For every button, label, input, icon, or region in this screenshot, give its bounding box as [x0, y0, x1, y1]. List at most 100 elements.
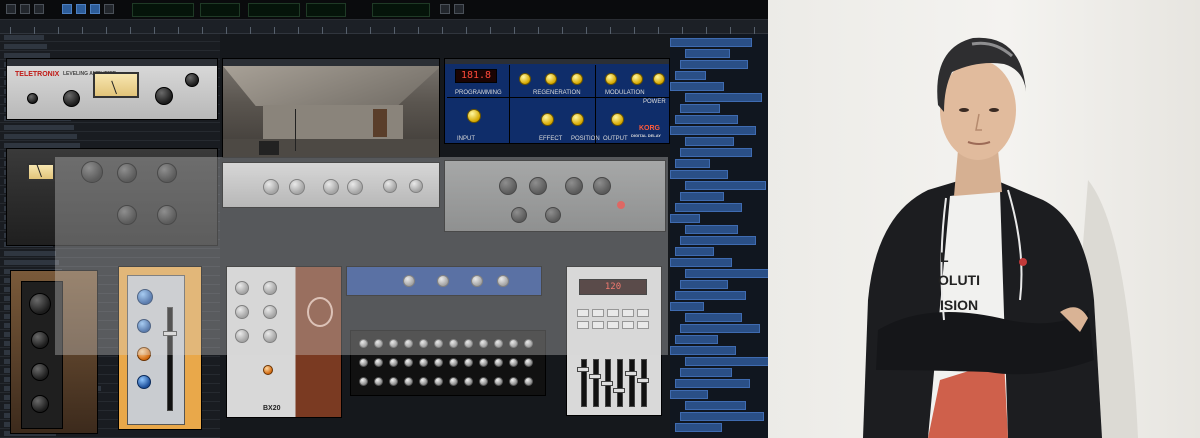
- fader-cap[interactable]: [589, 374, 601, 379]
- transport-button[interactable]: [34, 4, 44, 14]
- audio-clip[interactable]: [680, 280, 728, 289]
- synth-knob[interactable]: [359, 377, 368, 386]
- audio-clip[interactable]: [685, 357, 768, 366]
- audio-clip[interactable]: [685, 401, 746, 410]
- room-reverb-plugin-window[interactable]: [222, 58, 440, 158]
- audio-clip[interactable]: [680, 324, 760, 333]
- synth-knob[interactable]: [509, 377, 518, 386]
- audio-clip[interactable]: [670, 390, 708, 399]
- synth-knob[interactable]: [479, 377, 488, 386]
- synth-knob[interactable]: [404, 377, 413, 386]
- synth-knob[interactable]: [389, 358, 398, 367]
- track-row[interactable]: [0, 133, 220, 141]
- la2a-plugin-window[interactable]: TELETRONIX LEVELING AMPLIFIER: [6, 58, 218, 120]
- fader-cap[interactable]: [601, 381, 613, 386]
- audio-clip[interactable]: [670, 346, 736, 355]
- track-row[interactable]: [0, 34, 220, 42]
- power-switch[interactable]: [27, 93, 38, 104]
- synth-knob[interactable]: [374, 377, 383, 386]
- fader-cap[interactable]: [577, 367, 589, 372]
- audio-clip[interactable]: [680, 368, 732, 377]
- regen-knob[interactable]: [519, 73, 531, 85]
- audio-clip[interactable]: [685, 225, 738, 234]
- synth-knob[interactable]: [359, 358, 368, 367]
- regen-knob[interactable]: [571, 73, 583, 85]
- audio-clip[interactable]: [675, 203, 742, 212]
- synth-knob[interactable]: [434, 358, 443, 367]
- synth-knob[interactable]: [449, 358, 458, 367]
- audio-clip[interactable]: [670, 258, 732, 267]
- effect-knob[interactable]: [541, 113, 554, 126]
- output-knob[interactable]: [611, 113, 624, 126]
- audio-clip[interactable]: [675, 247, 714, 256]
- eq-knob[interactable]: [137, 375, 151, 389]
- mode-button[interactable]: [90, 4, 100, 14]
- audio-clip[interactable]: [685, 93, 762, 102]
- track-row[interactable]: [0, 43, 220, 51]
- audio-clip[interactable]: [670, 302, 704, 311]
- tool-button[interactable]: [440, 4, 450, 14]
- mode-button[interactable]: [76, 4, 86, 14]
- fader-cap[interactable]: [613, 388, 625, 393]
- synth-knob[interactable]: [434, 377, 443, 386]
- tool-button[interactable]: [454, 4, 464, 14]
- gain-knob[interactable]: [63, 90, 80, 107]
- audio-clip[interactable]: [675, 291, 746, 300]
- gain-knob[interactable]: [29, 293, 51, 315]
- audio-clip[interactable]: [675, 71, 706, 80]
- mod-knob[interactable]: [631, 73, 643, 85]
- meter-switch-knob[interactable]: [185, 73, 199, 87]
- audio-clip[interactable]: [675, 115, 738, 124]
- korg-delay-plugin-window[interactable]: 181.8 PROGRAMMING REGENERATION MODULATIO…: [444, 58, 670, 144]
- drum-fader[interactable]: [617, 359, 623, 407]
- audio-clip[interactable]: [675, 335, 718, 344]
- regen-knob[interactable]: [545, 73, 557, 85]
- eq-knob[interactable]: [31, 395, 49, 413]
- audio-clip[interactable]: [685, 313, 742, 322]
- drum-fader[interactable]: [593, 359, 599, 407]
- audio-clip[interactable]: [685, 181, 766, 190]
- synth-knob[interactable]: [494, 377, 503, 386]
- audio-clip[interactable]: [685, 49, 730, 58]
- audio-clip[interactable]: [675, 423, 722, 432]
- synth-knob[interactable]: [419, 358, 428, 367]
- timeline-ruler[interactable]: [0, 20, 768, 34]
- drum-fader[interactable]: [641, 359, 647, 407]
- peak-reduction-knob[interactable]: [155, 87, 173, 105]
- mode-button[interactable]: [62, 4, 72, 14]
- position-knob[interactable]: [571, 113, 584, 126]
- audio-clip[interactable]: [685, 269, 768, 278]
- synth-knob[interactable]: [524, 358, 533, 367]
- synth-knob[interactable]: [464, 358, 473, 367]
- synth-knob[interactable]: [449, 377, 458, 386]
- synth-knob[interactable]: [464, 377, 473, 386]
- audio-clip[interactable]: [670, 170, 728, 179]
- fader-cap[interactable]: [637, 378, 649, 383]
- audio-clip[interactable]: [680, 236, 756, 245]
- synth-knob[interactable]: [389, 377, 398, 386]
- synth-knob[interactable]: [494, 358, 503, 367]
- drive-knob[interactable]: [263, 365, 273, 375]
- synth-knob[interactable]: [404, 358, 413, 367]
- audio-clip[interactable]: [685, 137, 734, 146]
- audio-clip[interactable]: [670, 38, 752, 47]
- mod-knob[interactable]: [653, 73, 665, 85]
- audio-clip[interactable]: [680, 192, 724, 201]
- audio-clip[interactable]: [670, 214, 700, 223]
- eq-knob[interactable]: [31, 331, 49, 349]
- transport-button[interactable]: [6, 4, 16, 14]
- mode-button[interactable]: [104, 4, 114, 14]
- fader-cap[interactable]: [625, 371, 637, 376]
- audio-clip[interactable]: [680, 412, 764, 421]
- audio-clip[interactable]: [675, 379, 750, 388]
- audio-clip[interactable]: [670, 126, 756, 135]
- audio-clip[interactable]: [680, 148, 752, 157]
- eq-knob[interactable]: [31, 363, 49, 381]
- mod-knob[interactable]: [605, 73, 617, 85]
- edit-window-clips[interactable]: [670, 34, 768, 438]
- synth-knob[interactable]: [509, 358, 518, 367]
- synth-knob[interactable]: [374, 358, 383, 367]
- audio-clip[interactable]: [680, 60, 748, 69]
- transport-button[interactable]: [20, 4, 30, 14]
- track-row[interactable]: [0, 124, 220, 132]
